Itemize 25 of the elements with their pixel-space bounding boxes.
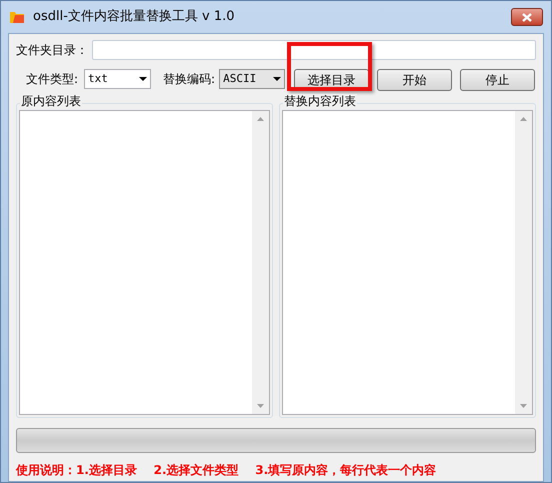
scroll-up-icon [257,117,264,121]
window-title: osdll-文件内容批量替换工具 v 1.0 [33,8,235,26]
text-area[interactable] [282,110,533,415]
close-icon [522,12,532,22]
scroll-up-icon [520,117,527,121]
file-type-dropdown[interactable]: txt [84,69,152,89]
scroll-down-icon [257,404,264,408]
scroll-down-icon [520,404,527,408]
close-button[interactable] [511,8,543,26]
action-button[interactable]: 停止 [460,69,536,91]
text-area[interactable] [19,110,270,415]
folder-path-field[interactable] [92,40,536,60]
folder-icon [9,10,25,24]
scrollbar[interactable] [252,111,269,414]
dropdown-arrow-icon [139,77,148,81]
file-type-label: 文件类型: [26,71,78,88]
folder-label: 文件夹目录： [16,42,88,59]
group-title: 原内容列表 [20,94,82,108]
encoding-dropdown[interactable]: ASCII [219,69,286,89]
action-button[interactable]: 开始 [377,69,452,91]
scrollbar[interactable] [515,111,532,414]
group-title: 替换内容列表 [283,94,357,108]
encoding-label: 替换编码: [163,71,216,88]
instructions-text: 使用说明：1.选择目录 2.选择文件类型 3.填写原内容，每行代表一个内容 [16,462,438,479]
dropdown-arrow-icon [273,77,282,81]
